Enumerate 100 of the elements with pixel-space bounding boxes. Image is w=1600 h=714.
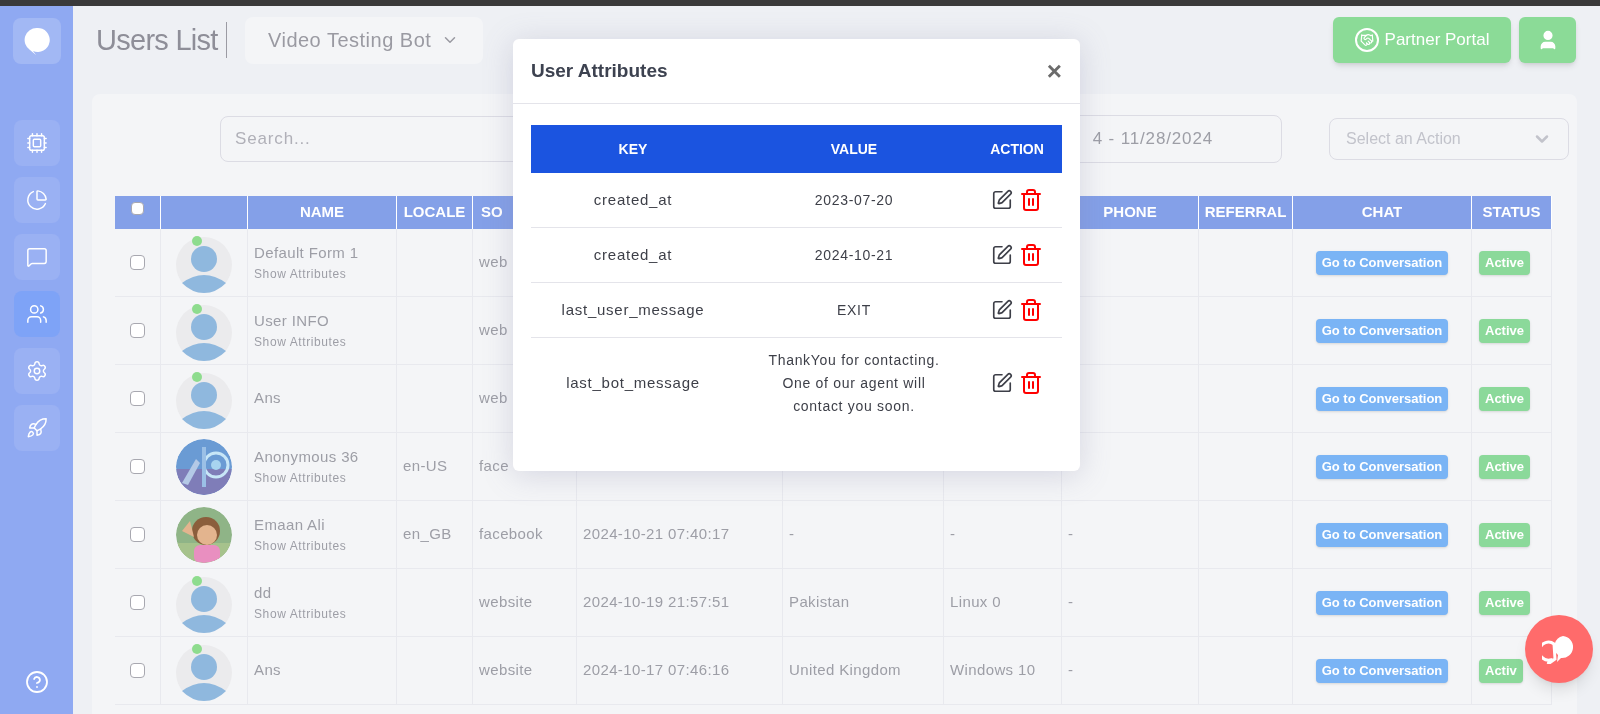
table-cell-text: - [1068, 524, 1074, 545]
edit-icon[interactable] [991, 244, 1013, 266]
status-badge: Active [1479, 386, 1531, 411]
column-header: NAME [299, 202, 345, 223]
show-attributes-link[interactable]: Show Attributes [254, 332, 396, 351]
go-to-conversation-button[interactable]: Go to Conversation [1315, 658, 1449, 683]
column-header: KEY [617, 139, 649, 159]
show-attributes-link[interactable]: Show Attributes [254, 536, 396, 555]
go-to-conversation-button[interactable]: Go to Conversation [1315, 454, 1449, 479]
close-button[interactable]: × [1046, 58, 1062, 84]
attribute-value: ThankYou for contacting. One of our agent will contact you soon. [767, 350, 941, 416]
chat-bubbles-icon [1542, 634, 1576, 664]
table-cell-text: Pakistan [789, 592, 850, 613]
table-cell-text: web [479, 388, 508, 409]
table-cell-text: web [479, 252, 508, 273]
show-attributes-link[interactable]: Show Attributes [254, 604, 396, 623]
user-name: Emaan Ali [254, 515, 326, 536]
user-name: dd [254, 583, 273, 604]
table-cell-text: 2024-10-17 07:46:16 [583, 660, 730, 681]
go-to-conversation-button[interactable]: Go to Conversation [1315, 318, 1449, 343]
sidebar-item[interactable] [13, 234, 60, 280]
attribute-key: last_bot_message [531, 371, 735, 395]
row-checkbox[interactable] [130, 323, 145, 338]
table-cell-text: 2024-10-21 07:40:17 [583, 524, 730, 545]
users-icon [25, 303, 48, 325]
status-badge: Active [1479, 250, 1531, 275]
sidebar-item[interactable] [13, 348, 60, 394]
attribute-value: 2023-07-20 [813, 190, 895, 210]
sidebar-item[interactable] [13, 405, 60, 451]
chip-icon [25, 132, 48, 154]
partner-portal-button[interactable]: Partner Portal [1333, 17, 1511, 63]
attribute-value: EXIT [836, 300, 872, 320]
table-cell-text: - [1068, 660, 1074, 681]
delete-icon[interactable] [1019, 188, 1043, 212]
table-cell-text: - [789, 524, 795, 545]
table-cell-text: 2024-10-19 21:57:51 [583, 592, 730, 613]
show-attributes-link[interactable]: Show Attributes [254, 264, 396, 283]
row-checkbox[interactable] [130, 595, 145, 610]
profile-button[interactable] [1519, 17, 1576, 63]
status-badge: Active [1479, 318, 1531, 343]
go-to-conversation-button[interactable]: Go to Conversation [1315, 590, 1449, 615]
row-checkbox[interactable] [130, 663, 145, 678]
attribute-value: 2024-10-21 [813, 245, 895, 265]
status-badge: Active [1479, 522, 1531, 547]
status-badge: Active [1479, 590, 1531, 615]
go-to-conversation-button[interactable]: Go to Conversation [1315, 250, 1449, 275]
delete-icon[interactable] [1019, 298, 1043, 322]
edit-icon[interactable] [991, 372, 1013, 394]
sidebar-item[interactable] [13, 177, 60, 223]
column-header: LOCALE [403, 202, 466, 223]
message-icon [25, 246, 48, 268]
table-cell-text: facebook [479, 524, 543, 545]
table-cell-text: en_GB [403, 524, 452, 545]
sidebar-item[interactable] [13, 291, 60, 337]
status-badge: Active [1479, 454, 1531, 479]
go-to-conversation-button[interactable]: Go to Conversation [1315, 522, 1449, 547]
pie-chart-icon [25, 189, 48, 211]
table-cell-text: en-US [403, 456, 448, 477]
column-header: CHAT [1361, 202, 1403, 223]
show-attributes-link[interactable]: Show Attributes [254, 468, 396, 487]
delete-icon[interactable] [1019, 243, 1043, 267]
page-title: Users List [96, 22, 227, 58]
table-cell-text: Windows 10 [950, 660, 1036, 681]
column-header: PHONE [1103, 202, 1157, 223]
bot-selector[interactable]: Video Testing Bot [244, 16, 483, 64]
help-icon[interactable] [24, 670, 49, 694]
attribute-key: created_at [531, 243, 735, 267]
user-name: Ans [254, 660, 282, 681]
column-header: SO [481, 202, 503, 223]
logo-icon[interactable] [12, 18, 61, 64]
table-cell-text: - [1068, 592, 1074, 613]
table-cell-text: website [479, 660, 533, 681]
go-to-conversation-button[interactable]: Go to Conversation [1315, 386, 1449, 411]
edit-icon[interactable] [991, 189, 1013, 211]
delete-icon[interactable] [1019, 371, 1043, 395]
row-checkbox[interactable] [130, 459, 145, 474]
status-badge: Activ [1479, 658, 1523, 683]
sidebar-item[interactable] [13, 120, 60, 166]
table-cell-text: web [479, 320, 508, 341]
column-header: REFERRAL [1204, 202, 1287, 223]
attribute-key: created_at [531, 188, 735, 212]
attribute-key: last_user_message [531, 298, 735, 322]
user-name: Default Form 1 [254, 243, 360, 264]
table-cell-text: United Kingdom [789, 660, 901, 681]
row-checkbox[interactable] [130, 391, 145, 406]
row-checkbox[interactable] [130, 255, 145, 270]
select-all-checkbox[interactable] [131, 202, 144, 215]
user-name: Anonymous 36 [254, 447, 360, 468]
dialog-title: User Attributes [531, 58, 668, 83]
user-name: Ans [254, 388, 282, 409]
gear-icon [25, 360, 48, 382]
edit-icon[interactable] [991, 299, 1013, 321]
column-header: ACTION [989, 139, 1045, 159]
column-header: STATUS [1482, 202, 1541, 223]
row-checkbox[interactable] [130, 527, 145, 542]
table-cell-text: website [479, 592, 533, 613]
user-name: User INFO [254, 311, 331, 332]
handshake-icon [1354, 28, 1379, 52]
column-header: VALUE [829, 139, 879, 159]
rocket-icon [25, 417, 48, 439]
